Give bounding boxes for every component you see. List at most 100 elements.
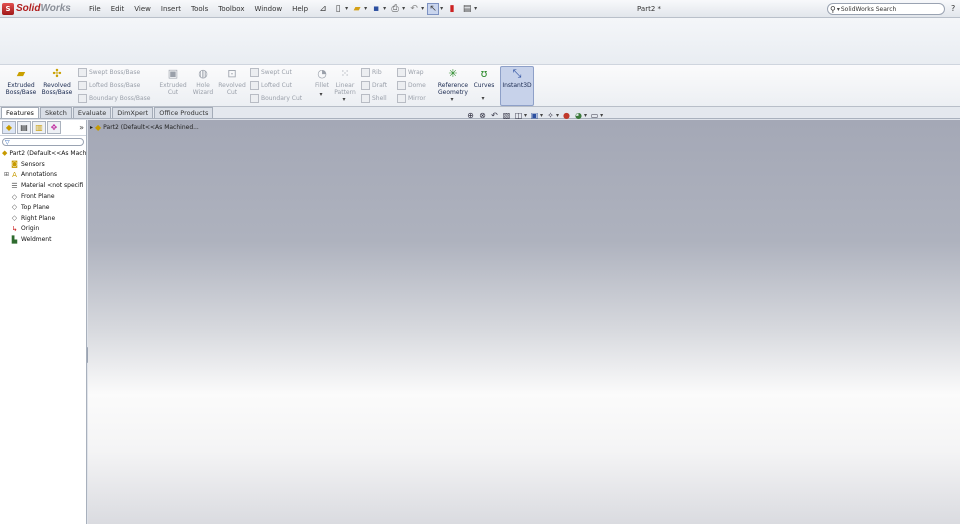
tree-node-right-plane[interactable]: ◇ Right Plane	[2, 213, 86, 224]
linear-pattern-button[interactable]: ⁙ Linear Pattern ▾	[330, 67, 358, 104]
flyout-feature-tree[interactable]: ▸ ◆ Part2 (Default<<As Machined...	[90, 123, 199, 132]
hole-wizard-button[interactable]: ◍ Hole Wizard	[190, 67, 216, 97]
open-folder-icon[interactable]: ▰	[351, 3, 363, 15]
tree-node-origin[interactable]: ↳ Origin	[2, 224, 86, 235]
boundary-boss-button[interactable]: Boundary Boss/Base	[78, 94, 150, 103]
extruded-cut-button[interactable]: ▣ Extruded Cut	[156, 67, 190, 97]
rebuild-traffic-light-icon[interactable]: ▮	[446, 3, 458, 15]
hide-show-items-icon[interactable]: ✧	[546, 111, 555, 120]
tab-evaluate[interactable]: Evaluate	[72, 107, 112, 118]
pin-icon[interactable]: ⊿	[317, 3, 329, 15]
dome-icon	[397, 81, 406, 90]
tab-dimxpert[interactable]: DimXpert	[112, 107, 154, 118]
revolved-cut-button[interactable]: ⊡ Revolved Cut	[216, 67, 248, 97]
menu-file[interactable]: File	[84, 0, 106, 18]
select-pointer-icon[interactable]: ↖	[427, 2, 440, 15]
search-icon[interactable]: ⚲	[830, 5, 836, 14]
menu-help[interactable]: Help	[287, 0, 313, 18]
fillet-dropdown-icon[interactable]: ▾	[310, 91, 332, 98]
display-style-icon[interactable]: ▣	[530, 111, 539, 120]
open-dropdown-icon[interactable]: ▾	[364, 5, 367, 12]
previous-view-icon[interactable]: ↶	[490, 111, 499, 120]
dome-label: Dome	[408, 82, 426, 89]
view-orientation-dropdown-icon[interactable]: ▾	[524, 112, 527, 119]
tree-node-top-plane[interactable]: ◇ Top Plane	[2, 202, 86, 213]
help-icon[interactable]: ?	[951, 4, 955, 13]
tree-node-part[interactable]: ◆ Part2 (Default<<As Mach	[2, 148, 86, 159]
tree-filter-field[interactable]: ▽	[2, 138, 84, 146]
menu-insert[interactable]: Insert	[156, 0, 186, 18]
view-orientation-icon[interactable]: ◫	[514, 111, 523, 120]
search-input[interactable]	[840, 5, 941, 13]
zoom-to-fit-icon[interactable]: ⊕	[466, 111, 475, 120]
select-dropdown-icon[interactable]: ▾	[440, 5, 443, 12]
lofted-boss-button[interactable]: Lofted Boss/Base	[78, 81, 140, 90]
view-settings-dropdown-icon[interactable]: ▾	[600, 112, 603, 119]
menu-edit[interactable]: Edit	[106, 0, 130, 18]
apply-scene-icon[interactable]: ◕	[574, 111, 583, 120]
rib-button[interactable]: Rib	[361, 68, 382, 77]
extruded-boss-button[interactable]: ▰ Extruded Boss/Base	[4, 67, 38, 97]
reference-geometry-dropdown-icon[interactable]: ▾	[433, 96, 471, 103]
print-icon[interactable]: ⎙	[389, 3, 401, 15]
draft-button[interactable]: Draft	[361, 81, 387, 90]
tree-node-weldment[interactable]: ▙ Weldment	[2, 234, 86, 245]
solidworks-logo[interactable]: S SolidWorks	[0, 0, 80, 18]
tree-node-material[interactable]: ☰ Material <not specifi	[2, 180, 86, 191]
section-view-icon[interactable]: ▧	[502, 111, 511, 120]
shell-button[interactable]: Shell	[361, 94, 387, 103]
solidworks-search-box[interactable]: ⚲ ▾	[827, 3, 945, 15]
dome-button[interactable]: Dome	[397, 81, 426, 90]
reference-geometry-button[interactable]: ✳ Reference Geometry ▾	[433, 67, 471, 104]
tree-node-annotations[interactable]: ⊞ A Annotations	[2, 170, 86, 181]
curves-dropdown-icon[interactable]: ▾	[470, 95, 496, 102]
undo-icon[interactable]: ↶	[408, 3, 420, 15]
lofted-cut-button[interactable]: Lofted Cut	[250, 81, 292, 90]
hide-show-dropdown-icon[interactable]: ▾	[556, 112, 559, 119]
file-properties-icon[interactable]: ▤	[461, 3, 473, 15]
flyout-expand-icon[interactable]: ▸	[90, 124, 93, 131]
menu-window[interactable]: Window	[249, 0, 287, 18]
tree-node-sensors[interactable]: ◙ Sensors	[2, 159, 86, 170]
edit-appearance-icon[interactable]: ●	[562, 111, 571, 120]
pattern-dropdown-icon[interactable]: ▾	[330, 96, 358, 103]
tab-office-products[interactable]: Office Products	[154, 107, 214, 118]
curves-button[interactable]: ʊ Curves ▾	[470, 67, 496, 103]
dimxpert-manager-tab-icon[interactable]: ✥	[47, 121, 61, 134]
search-dropdown-icon[interactable]: ▾	[837, 6, 840, 13]
expand-icon[interactable]: ⊞	[4, 171, 9, 178]
menu-tools[interactable]: Tools	[186, 0, 213, 18]
more-tabs-chevron-icon[interactable]: »	[79, 123, 84, 132]
boundary-cut-button[interactable]: Boundary Cut	[250, 94, 302, 103]
draft-label: Draft	[372, 82, 388, 89]
feature-manager-tab-icon[interactable]: ◆	[2, 121, 16, 134]
undo-dropdown-icon[interactable]: ▾	[421, 5, 424, 12]
swept-cut-button[interactable]: Swept Cut	[250, 68, 292, 77]
apply-scene-dropdown-icon[interactable]: ▾	[584, 112, 587, 119]
print-dropdown-icon[interactable]: ▾	[402, 5, 405, 12]
properties-dropdown-icon[interactable]: ▾	[474, 5, 477, 12]
instant3d-button[interactable]: ⤡ Instant3D	[500, 66, 534, 106]
view-settings-icon[interactable]: ▭	[590, 111, 599, 120]
tree-node-front-plane[interactable]: ◇ Front Plane	[2, 191, 86, 202]
tree-node-label: Sensors	[21, 160, 45, 168]
save-icon[interactable]: ▪	[370, 3, 382, 15]
new-document-icon[interactable]: ▯	[332, 3, 344, 15]
property-manager-tab-icon[interactable]: ▤	[17, 121, 31, 134]
display-style-dropdown-icon[interactable]: ▾	[540, 112, 543, 119]
graphics-area[interactable]: ▸ ◆ Part2 (Default<<As Machined... ⊕ ⊗ ↶…	[88, 111, 960, 524]
menu-view[interactable]: View	[129, 0, 156, 18]
menu-toolbox[interactable]: Toolbox	[213, 0, 249, 18]
fillet-button[interactable]: ◔ Fillet ▾	[310, 67, 332, 99]
revolved-boss-label: Revolved Boss/Base	[41, 82, 73, 96]
configuration-manager-tab-icon[interactable]: ▥	[32, 121, 46, 134]
save-dropdown-icon[interactable]: ▾	[383, 5, 386, 12]
wrap-button[interactable]: Wrap	[397, 68, 424, 77]
new-dropdown-icon[interactable]: ▾	[345, 5, 348, 12]
tab-sketch[interactable]: Sketch	[39, 107, 72, 118]
swept-boss-button[interactable]: Swept Boss/Base	[78, 68, 140, 77]
tab-features[interactable]: Features	[1, 107, 39, 118]
zoom-to-area-icon[interactable]: ⊗	[478, 111, 487, 120]
revolved-boss-button[interactable]: ✣ Revolved Boss/Base	[40, 67, 74, 97]
mirror-button[interactable]: Mirror	[397, 94, 426, 103]
